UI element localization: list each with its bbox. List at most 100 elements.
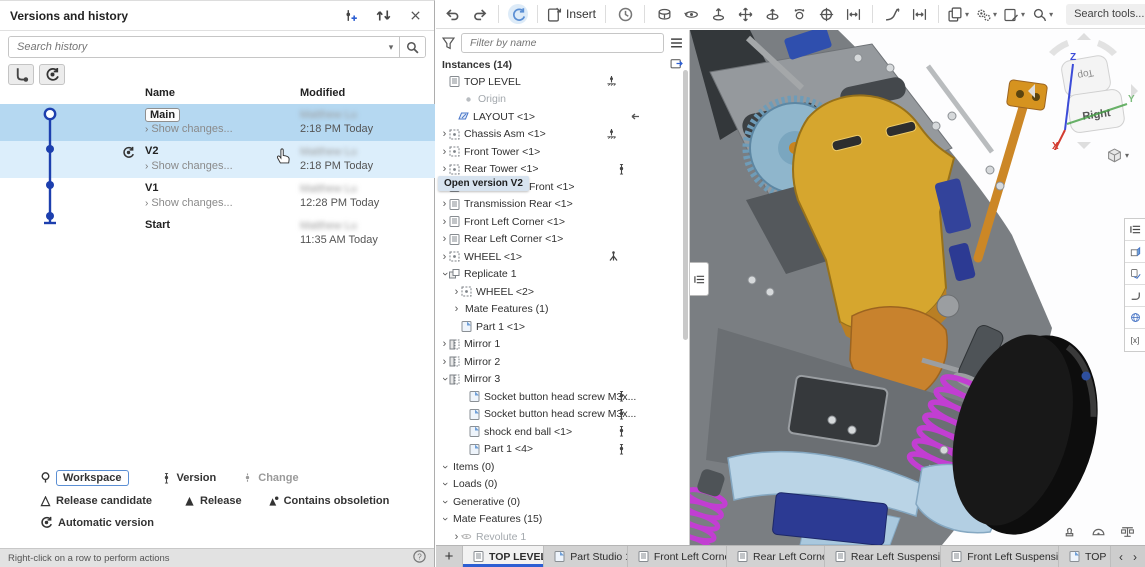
tree-item-chassis-asm[interactable]: Chassis Asm <1> <box>436 126 689 144</box>
tree-item-mirror-2[interactable]: Mirror 2 <box>436 353 689 371</box>
planar-mate-icon[interactable] <box>735 4 755 24</box>
tree-section-loads[interactable]: Loads (0) <box>436 476 689 494</box>
tree-item-screw-1[interactable]: Socket button head screw M3x... <box>436 388 689 406</box>
search-filter-caret[interactable]: ▾ <box>383 42 399 53</box>
expand-arrow[interactable] <box>440 217 449 227</box>
view-options-button[interactable]: ▾ <box>1107 148 1129 163</box>
sheet-edit-dropdown[interactable]: ▾ <box>1004 7 1025 22</box>
tab-top-level[interactable]: TOP LEVEL <box>462 546 543 567</box>
tree-item-mirror-1[interactable]: Mirror 1 <box>436 336 689 354</box>
expand-arrow[interactable] <box>440 129 449 139</box>
globe-icon[interactable] <box>1125 307 1145 329</box>
cylindrical-mate-icon[interactable] <box>762 4 782 24</box>
tree-section-items[interactable]: Items (0) <box>436 458 689 476</box>
view-cube[interactable]: Top Right Z X Y <box>1027 32 1139 150</box>
appearance-cube-icon[interactable] <box>1125 241 1145 263</box>
bent-part-icon[interactable] <box>1125 285 1145 307</box>
ball-mate-icon[interactable] <box>789 4 809 24</box>
tree-scrollbar[interactable] <box>683 70 688 340</box>
tree-item-mate-features-1[interactable]: Mate Features (1) <box>436 301 689 319</box>
gears-dropdown[interactable]: ▾ <box>976 7 997 22</box>
tree-item-part-1-1[interactable]: Part 1 <1> <box>436 318 689 336</box>
tree-item-part-1-4[interactable]: Part 1 <4> <box>436 441 689 459</box>
fastened-mate-icon[interactable] <box>654 4 674 24</box>
clip-panel-icon[interactable] <box>1125 263 1145 285</box>
show-changes-link[interactable]: ›Show changes... <box>145 123 233 135</box>
collapse-arrow[interactable] <box>440 497 449 507</box>
tabs-prev-arrow[interactable]: ‹ <box>1119 550 1123 564</box>
tree-item-front-tower[interactable]: Front Tower <1> <box>436 143 689 161</box>
search-history-input[interactable] <box>9 37 383 57</box>
history-row-v2[interactable]: V2 ›Show changes... Matthew Lu 2:18 PM T… <box>0 141 435 178</box>
protractor-icon[interactable] <box>1091 524 1106 539</box>
open-in-window-icon[interactable] <box>670 57 683 73</box>
expand-arrow[interactable] <box>440 339 449 349</box>
expand-arrow[interactable] <box>452 532 461 542</box>
distance-icon[interactable] <box>909 4 929 24</box>
add-tab-button[interactable]: + <box>436 546 462 567</box>
filter-by-name-input[interactable] <box>461 33 664 53</box>
close-icon[interactable] <box>406 7 424 25</box>
list-options-icon[interactable] <box>670 37 683 50</box>
insert-button[interactable]: Insert <box>547 7 596 22</box>
tab-rear-left-corner[interactable]: Rear Left Corner <box>726 546 824 567</box>
tree-item-shock-end-ball[interactable]: shock end ball <1> <box>436 423 689 441</box>
help-icon[interactable] <box>413 550 426 566</box>
history-row-start[interactable]: Start Matthew Lu 11:35 AM Today <box>0 215 435 249</box>
tree-item-wheel-1[interactable]: WHEEL <1> <box>436 248 689 266</box>
tab-front-left-suspension[interactable]: Front Left Suspension <box>940 546 1058 567</box>
branch-view-toggle[interactable] <box>8 64 34 85</box>
tab-front-left-corner[interactable]: Front Left Corner <box>627 546 726 567</box>
tree-item-front-left-corner[interactable]: Front Left Corner <1> <box>436 213 689 231</box>
clock-icon[interactable] <box>615 4 635 24</box>
probe-dropdown[interactable]: ▾ <box>1032 7 1053 22</box>
tree-item-replicate-1[interactable]: Replicate 1 <box>436 266 689 284</box>
tangent-mate-icon[interactable] <box>882 4 902 24</box>
expand-arrow[interactable] <box>440 164 449 174</box>
compare-versions-icon[interactable] <box>374 7 392 25</box>
tree-item-layout[interactable]: LAYOUT <1> <box>436 108 689 126</box>
search-icon[interactable] <box>399 37 425 57</box>
tree-item-origin[interactable]: Origin <box>436 91 689 109</box>
expand-arrow[interactable] <box>440 357 449 367</box>
tree-item-wheel-2[interactable]: WHEEL <2> <box>436 283 689 301</box>
tree-item-screw-2[interactable]: Socket button head screw M3x... <box>436 406 689 424</box>
history-row-v1[interactable]: V1 ›Show changes... Matthew Lu 12:28 PM … <box>0 178 435 215</box>
tree-item-top-level[interactable]: TOP LEVEL <box>436 73 689 91</box>
expand-arrow[interactable] <box>452 287 461 297</box>
auto-version-toggle[interactable] <box>39 64 65 85</box>
show-changes-link[interactable]: ›Show changes... <box>145 197 233 209</box>
tab-top-level-2[interactable]: TOP L <box>1058 546 1110 567</box>
create-version-icon[interactable] <box>342 7 360 25</box>
tab-part-studio-1[interactable]: Part Studio 1 <box>543 546 627 567</box>
mate-connector-icon[interactable] <box>816 4 836 24</box>
expand-arrow[interactable] <box>440 199 449 209</box>
revolute-mate-icon[interactable] <box>681 4 701 24</box>
collapse-arrow[interactable] <box>440 269 449 279</box>
sheets-dropdown[interactable]: ▾ <box>948 7 969 22</box>
undo-icon[interactable] <box>442 4 462 24</box>
viewport-3d[interactable]: Top Right Z X Y <box>690 30 1145 545</box>
collapse-arrow[interactable] <box>440 462 449 472</box>
redo-icon[interactable] <box>469 4 489 24</box>
tree-item-rear-left-corner[interactable]: Rear Left Corner <1> <box>436 231 689 249</box>
history-row-main[interactable]: Main ›Show changes... Matthew Lu 2:18 PM… <box>0 104 435 141</box>
expand-arrow[interactable] <box>440 252 449 262</box>
expand-arrow[interactable] <box>452 304 461 314</box>
tree-item-revolute-1[interactable]: Revolute 1 <box>436 528 689 545</box>
feature-list-flyout-handle[interactable] <box>690 262 709 296</box>
bom-list-icon[interactable] <box>1125 219 1145 241</box>
tab-rear-left-suspension[interactable]: Rear Left Suspension <box>824 546 940 567</box>
variables-icon[interactable]: [x] <box>1125 329 1145 351</box>
expand-arrow[interactable] <box>440 147 449 157</box>
tree-section-mate-features[interactable]: Mate Features (15) <box>436 511 689 529</box>
scale-icon[interactable] <box>1120 524 1135 539</box>
collapse-arrow[interactable] <box>440 479 449 489</box>
stamp-icon[interactable] <box>1062 524 1077 539</box>
width-mate-icon[interactable] <box>843 4 863 24</box>
filter-icon[interactable] <box>442 37 455 50</box>
collapse-arrow[interactable] <box>440 514 449 524</box>
show-changes-link[interactable]: ›Show changes... <box>145 160 233 172</box>
expand-arrow[interactable] <box>440 234 449 244</box>
tree-section-generative[interactable]: Generative (0) <box>436 493 689 511</box>
